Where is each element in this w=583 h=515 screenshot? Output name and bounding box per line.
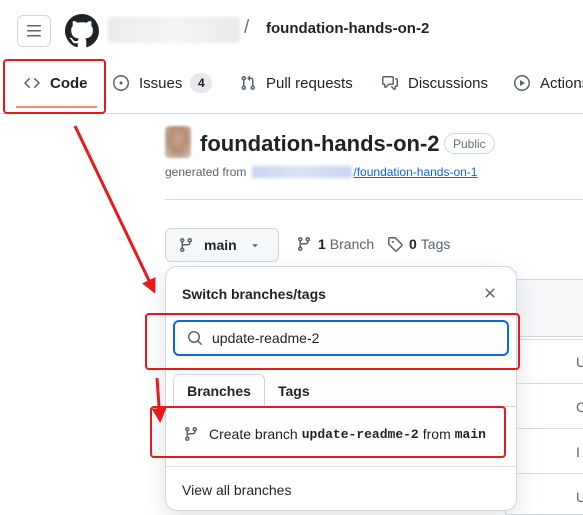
issue-opened-icon — [113, 75, 129, 91]
current-branch-label: main — [204, 237, 237, 253]
header-divider — [165, 199, 583, 200]
file-table-row-divider — [506, 428, 583, 429]
template-owner-redacted[interactable] — [252, 166, 353, 178]
file-row-fragment[interactable]: C — [576, 399, 583, 415]
view-all-branches-link[interactable]: View all branches — [182, 482, 291, 498]
triangle-down-icon — [251, 244, 258, 248]
branch-count-label: Branch — [329, 236, 375, 252]
annotation-box-create-branch — [150, 406, 506, 458]
tab-actions[interactable]: Actions — [514, 70, 583, 96]
dropdown-footer-divider — [166, 466, 516, 467]
comment-discussion-icon — [382, 76, 398, 90]
generated-from-label: generated from — [165, 165, 247, 179]
breadcrumb-repo-link[interactable]: foundation-hands-on-2 — [266, 20, 429, 37]
file-table-row-divider — [506, 383, 583, 384]
branch-count: 1 — [318, 236, 326, 252]
github-logo-icon[interactable] — [65, 14, 99, 48]
tag-count: 0 — [409, 236, 417, 252]
branches-link[interactable]: 1 Branch — [296, 236, 374, 252]
tag-icon — [388, 237, 403, 252]
repo-title[interactable]: foundation-hands-on-2 — [200, 131, 440, 157]
tab-issues[interactable]: Issues 4 — [113, 70, 213, 96]
tab-discussions[interactable]: Discussions — [382, 70, 488, 96]
tab-pull-requests-label: Pull requests — [266, 74, 353, 92]
menu-button[interactable] — [17, 15, 51, 47]
git-pull-request-icon — [241, 75, 256, 91]
close-icon[interactable] — [482, 285, 498, 301]
tags-link[interactable]: 0 Tags — [387, 236, 450, 252]
file-table-row-divider — [506, 473, 583, 474]
template-repo-link[interactable]: /foundation-hands-on-1 — [353, 165, 477, 179]
annotation-box-code-tab — [3, 59, 106, 114]
file-row-fragment[interactable]: U — [576, 489, 583, 505]
git-branch-icon — [297, 237, 310, 252]
breadcrumb-separator: / — [244, 17, 250, 38]
branch-select-button[interactable]: main — [165, 228, 279, 262]
tab-pull-requests[interactable]: Pull requests — [240, 70, 353, 96]
owner-name-redacted[interactable] — [108, 17, 240, 43]
tab-discussions-label: Discussions — [408, 74, 489, 92]
generated-from-line: generated from /foundation-hands-on-1 — [165, 165, 477, 179]
tab-actions-label: Actions — [540, 74, 583, 92]
owner-avatar[interactable] — [165, 126, 191, 158]
file-row-fragment[interactable]: U — [576, 354, 583, 370]
issues-count-badge: 4 — [190, 73, 213, 93]
tab-branches[interactable]: Branches — [173, 374, 265, 407]
file-row-fragment[interactable]: I — [576, 444, 580, 460]
annotation-box-search — [145, 313, 520, 370]
tab-issues-label: Issues — [139, 74, 183, 92]
play-icon — [514, 75, 530, 91]
hamburger-icon — [27, 25, 41, 37]
visibility-badge: Public — [444, 133, 495, 154]
tag-count-label: Tags — [420, 236, 451, 252]
tab-tags[interactable]: Tags — [278, 383, 310, 399]
arrow-code-to-search — [73, 125, 156, 294]
git-branch-icon — [179, 238, 192, 253]
dropdown-title: Switch branches/tags — [182, 286, 326, 302]
